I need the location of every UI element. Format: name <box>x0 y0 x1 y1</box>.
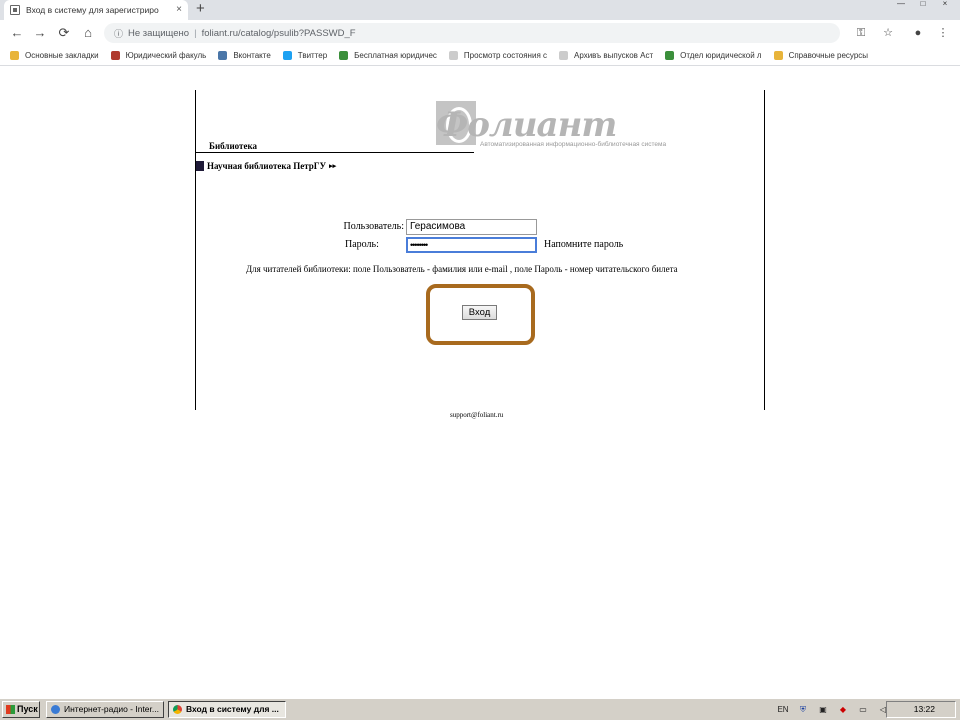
address-url: foliant.ru/catalog/psulib?PASSWD_F <box>201 27 356 39</box>
bookmark-label: Бесплатная юридичес <box>354 51 437 60</box>
bookmark-label: Просмотр состояния с <box>463 51 547 60</box>
chrome-icon <box>173 705 182 714</box>
login-hint: Для читателей библиотеки: поле Пользоват… <box>246 264 678 274</box>
window-controls: — □ × <box>890 0 956 10</box>
language-indicator[interactable]: EN <box>776 704 790 716</box>
user-label: Пользователь: <box>343 221 404 232</box>
reload-button[interactable]: ⟳ <box>55 24 73 42</box>
page-content: Фолиант Автоматизированная информационно… <box>0 66 960 698</box>
browser-toolbar: ← → ⟳ ⌂ ⓘ Не защищено | foliant.ru/catal… <box>0 20 960 46</box>
key-icon[interactable]: ⚿ <box>852 24 870 42</box>
account-icon[interactable]: ● <box>909 24 927 42</box>
library-heading: Научная библиотека ПетрГУ ▸▸ <box>196 161 336 171</box>
ie-icon <box>51 705 60 714</box>
windows-logo-icon <box>6 705 15 714</box>
bookmark-label: Основные закладки <box>25 51 99 60</box>
bookmark-item[interactable]: Твиттер <box>282 51 328 60</box>
browser-tabstrip: Вход в систему для зарегистриро × + — □ … <box>0 0 960 20</box>
double-arrow-icon[interactable]: ▸▸ <box>329 162 336 170</box>
bookmark-label: Отдел юридической л <box>680 51 762 60</box>
maximize-button[interactable]: □ <box>912 0 934 10</box>
info-icon[interactable]: ⓘ <box>114 27 123 40</box>
bookmark-item[interactable]: Вконтакте <box>218 51 271 60</box>
task-label: Вход в систему для ... <box>186 704 279 714</box>
bookmark-label: Архивъ выпусков Аст <box>574 51 654 60</box>
page-icon <box>448 51 458 60</box>
bookmark-item[interactable]: Бесплатная юридичес <box>339 51 437 60</box>
bookmark-label: Вконтакте <box>233 51 271 60</box>
address-bar[interactable]: ⓘ Не защищено | foliant.ru/catalog/psuli… <box>104 23 840 43</box>
back-button[interactable]: ← <box>8 24 26 42</box>
page-favicon-icon <box>10 5 20 15</box>
library-name: Научная библиотека ПетрГУ <box>207 161 327 171</box>
section-label: Библиотека <box>209 141 257 151</box>
login-button[interactable]: Вход <box>462 305 497 320</box>
menu-icon[interactable]: ⋮ <box>934 24 952 42</box>
site-icon <box>339 51 349 60</box>
user-input[interactable]: Герасимова <box>406 219 537 235</box>
security-label: Не защищено <box>128 27 190 39</box>
task-label: Интернет-радио - Inter... <box>64 704 159 714</box>
folder-icon <box>773 51 783 60</box>
tab-close-icon[interactable]: × <box>176 5 182 15</box>
bookmark-label: Твиттер <box>297 51 328 60</box>
twitter-icon <box>282 51 292 60</box>
password-label: Пароль: <box>345 239 379 250</box>
system-tray: EN ⛨ ▣ ◆ ▭ ◁ <box>776 701 896 718</box>
forward-button[interactable]: → <box>31 24 49 42</box>
antivirus-icon[interactable]: ◆ <box>836 704 850 716</box>
bookmark-star-icon[interactable]: ☆ <box>879 24 897 42</box>
vk-icon <box>218 51 228 60</box>
tab-title: Вход в систему для зарегистриро <box>26 5 159 15</box>
network-icon[interactable]: ▣ <box>816 704 830 716</box>
square-bullet-icon <box>196 161 204 171</box>
bookmark-item[interactable]: Справочные ресурсы <box>773 51 869 60</box>
browser-tab-active[interactable]: Вход в систему для зарегистриро × <box>4 0 188 20</box>
password-input[interactable]: •••••••• <box>406 237 537 253</box>
start-button[interactable]: Пуск <box>2 701 40 718</box>
frame-border-left <box>195 90 196 410</box>
logo-subtitle: Автоматизированная информационно-библиот… <box>480 141 667 148</box>
taskbar-item-browser[interactable]: Вход в систему для ... <box>168 701 286 718</box>
address-separator: | <box>194 27 197 39</box>
shield-icon[interactable]: ⛨ <box>796 704 810 716</box>
bookmark-item[interactable]: Просмотр состояния с <box>448 51 547 60</box>
bookmark-label: Справочные ресурсы <box>788 51 869 60</box>
section-divider <box>196 152 474 153</box>
new-tab-button[interactable]: + <box>196 1 205 17</box>
home-button[interactable]: ⌂ <box>79 24 97 42</box>
start-label: Пуск <box>17 704 38 714</box>
bookmark-label: Юридический факуль <box>125 51 207 60</box>
site-icon <box>665 51 675 60</box>
bookmark-item[interactable]: Юридический факуль <box>110 51 207 60</box>
site-icon <box>110 51 120 60</box>
frame-border-right <box>764 90 765 410</box>
support-email-link[interactable]: support@foliant.ru <box>450 411 503 419</box>
bookmarks-bar: Основные закладки Юридический факуль Вко… <box>0 46 960 66</box>
taskbar-clock[interactable]: 13:22 <box>886 701 956 718</box>
page-icon <box>559 51 568 60</box>
bookmark-item[interactable]: Отдел юридической л <box>665 51 762 60</box>
folder-icon <box>10 51 19 60</box>
minimize-button[interactable]: — <box>890 0 912 10</box>
bookmark-item[interactable]: Основные закладки <box>10 51 99 60</box>
taskbar-item-radio[interactable]: Интернет-радио - Inter... <box>46 701 164 718</box>
close-window-button[interactable]: × <box>934 0 956 10</box>
remind-password-link[interactable]: Напомните пароль <box>544 239 623 250</box>
bookmark-item[interactable]: Архивъ выпусков Аст <box>559 51 653 60</box>
windows-taskbar: Пуск Интернет-радио - Inter... Вход в си… <box>0 698 960 720</box>
display-icon[interactable]: ▭ <box>856 704 870 716</box>
